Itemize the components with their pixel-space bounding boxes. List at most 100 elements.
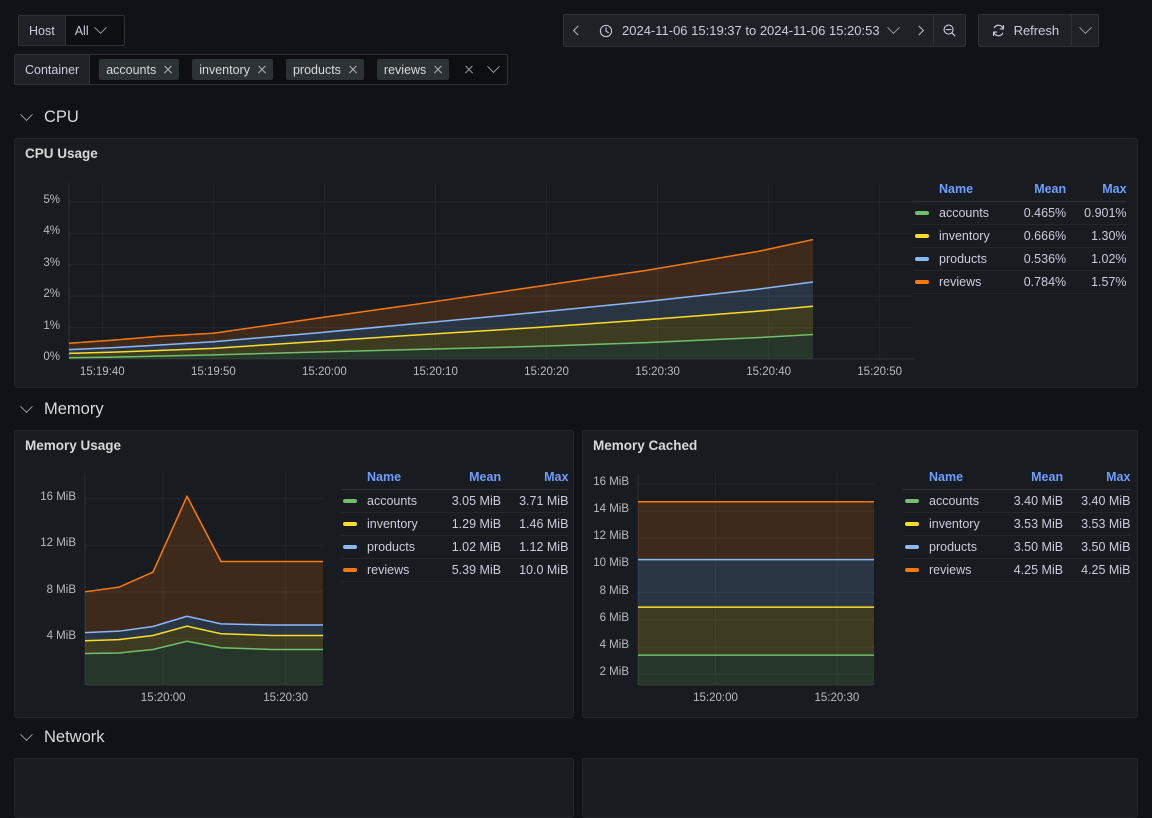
- legend-row[interactable]: products 0.536% 1.02%: [913, 247, 1127, 271]
- series-color-swatch: [343, 498, 357, 503]
- container-tag-accounts[interactable]: accounts: [99, 59, 180, 80]
- series-color-swatch: [343, 567, 357, 572]
- legend-max-value: 1.12 MiB: [501, 535, 569, 559]
- series-area-inventory: [638, 607, 874, 656]
- series-color-swatch: [905, 521, 919, 526]
- legend-header-mean[interactable]: Mean: [433, 467, 502, 490]
- legend-row[interactable]: inventory 1.29 MiB 1.46 MiB: [341, 512, 569, 536]
- remove-tag-icon[interactable]: [348, 65, 357, 74]
- time-shift-back-button[interactable]: [563, 14, 588, 47]
- x-axis-tick-label: 15:20:30: [635, 366, 680, 378]
- clear-all-tags-icon[interactable]: [464, 65, 473, 74]
- legend-max-value: 1.30%: [1066, 224, 1127, 248]
- remove-tag-icon[interactable]: [163, 65, 172, 74]
- legend-header-max[interactable]: Max: [1066, 179, 1127, 202]
- legend-table: Name Mean Max accounts 3.40 MiB 3.40 MiB inven…: [903, 467, 1131, 582]
- y-axis-tick-label: 6 MiB: [599, 611, 629, 624]
- x-axis-tick-label: 15:20:30: [814, 692, 860, 704]
- variable-container-label: Container: [14, 54, 90, 85]
- legend-row[interactable]: reviews 5.39 MiB 10.0 MiB: [341, 558, 569, 582]
- x-axis-tick-label: 15:20:00: [693, 692, 738, 704]
- legend-header-max[interactable]: Max: [1063, 467, 1131, 490]
- y-axis-tick-label: 16 MiB: [40, 490, 76, 503]
- row-header-cpu[interactable]: CPU: [20, 108, 79, 127]
- legend-header-name[interactable]: Name: [913, 179, 1006, 202]
- variable-container-select[interactable]: accounts inventory products reviews: [89, 54, 509, 85]
- zoom-out-time-button[interactable]: [933, 14, 966, 47]
- legend-row[interactable]: products 1.02 MiB 1.12 MiB: [341, 535, 569, 559]
- legend-mean-value: 0.465%: [1005, 201, 1067, 225]
- legend-series-name[interactable]: products: [903, 535, 996, 559]
- legend-row[interactable]: reviews 0.784% 1.57%: [913, 270, 1127, 294]
- refresh-button[interactable]: Refresh: [977, 14, 1072, 47]
- legend-header-max[interactable]: Max: [501, 467, 569, 490]
- time-range-controls: 2024-11-06 15:19:37 to 2024-11-06 15:20:…: [563, 14, 1100, 47]
- panel-network-right: [582, 758, 1138, 818]
- variable-container: Container accounts inventory products re…: [14, 54, 509, 85]
- legend-header-name[interactable]: Name: [341, 467, 434, 490]
- series-area-products: [638, 559, 874, 608]
- legend-series-name[interactable]: accounts: [913, 201, 1006, 225]
- x-axis-tick-label: 15:20:50: [857, 366, 903, 378]
- chevron-down-icon: [1078, 21, 1092, 35]
- legend-row[interactable]: products 3.50 MiB 3.50 MiB: [903, 535, 1131, 559]
- legend-mean-value: 3.53 MiB: [995, 512, 1064, 536]
- refresh-interval-dropdown[interactable]: [1071, 14, 1100, 47]
- legend-max-value: 3.53 MiB: [1063, 512, 1131, 536]
- container-tag-products[interactable]: products: [285, 59, 364, 80]
- time-range-text: 2024-11-06 15:19:37 to 2024-11-06 15:20:…: [622, 23, 880, 38]
- chevron-down-icon: [20, 400, 33, 414]
- legend-header-mean[interactable]: Mean: [995, 467, 1064, 490]
- legend-series-name[interactable]: products: [913, 247, 1006, 271]
- legend-row[interactable]: accounts 3.05 MiB 3.71 MiB: [341, 489, 569, 513]
- remove-tag-icon[interactable]: [433, 65, 442, 74]
- row-title: Network: [44, 728, 105, 746]
- legend-header-mean[interactable]: Mean: [1005, 179, 1067, 202]
- memory-cached-legend: Name Mean Max accounts 3.40 MiB 3.40 MiB inven…: [903, 467, 1131, 582]
- time-range-picker-button[interactable]: 2024-11-06 15:19:37 to 2024-11-06 15:20:…: [588, 14, 909, 47]
- series-color-swatch: [915, 233, 929, 238]
- y-axis-tick-label: 3%: [43, 256, 60, 269]
- row-header-memory[interactable]: Memory: [20, 400, 104, 419]
- y-axis-tick-label: 16 MiB: [593, 475, 629, 488]
- remove-tag-icon[interactable]: [257, 65, 266, 74]
- legend-row[interactable]: reviews 4.25 MiB 4.25 MiB: [903, 558, 1131, 582]
- row-header-network[interactable]: Network: [20, 728, 105, 747]
- legend-series-name[interactable]: accounts: [341, 489, 434, 513]
- legend-mean-value: 1.29 MiB: [433, 512, 502, 536]
- container-tag-reviews[interactable]: reviews: [376, 59, 450, 80]
- x-axis-tick-label: 15:20:00: [302, 366, 347, 378]
- variable-host-value: All: [74, 23, 89, 38]
- y-axis-tick-label: 0%: [43, 351, 60, 363]
- legend-series-name[interactable]: reviews: [341, 558, 434, 582]
- variable-host-select[interactable]: All: [64, 15, 125, 46]
- container-tag-label: products: [292, 62, 341, 77]
- legend-series-name[interactable]: accounts: [903, 489, 996, 513]
- legend-series-name[interactable]: reviews: [903, 558, 996, 582]
- legend-mean-value: 0.666%: [1005, 224, 1067, 248]
- time-shift-forward-button[interactable]: [908, 14, 934, 47]
- legend-header-name[interactable]: Name: [903, 467, 996, 490]
- legend-series-name[interactable]: inventory: [341, 512, 434, 536]
- variable-host-label: Host: [18, 15, 65, 46]
- chevron-down-icon[interactable]: [487, 60, 501, 74]
- legend-mean-value: 0.784%: [1005, 270, 1067, 294]
- container-tag-inventory[interactable]: inventory: [192, 59, 273, 80]
- panel-cpu-usage: CPU Usage 0% 1% 2% 3% 4% 5% 15:19:40 15:19:50 15…: [14, 138, 1138, 388]
- refresh-label: Refresh: [1013, 23, 1060, 38]
- y-axis-tick-label: 4 MiB: [46, 630, 76, 643]
- series-area-reviews: [638, 501, 874, 560]
- legend-series-name[interactable]: products: [341, 535, 434, 559]
- legend-row[interactable]: accounts 3.40 MiB 3.40 MiB: [903, 489, 1131, 513]
- y-axis-tick-label: 12 MiB: [40, 537, 76, 550]
- x-axis-tick-label: 15:19:50: [190, 366, 236, 378]
- legend-series-name[interactable]: inventory: [903, 512, 996, 536]
- legend-row[interactable]: inventory 0.666% 1.30%: [913, 224, 1127, 248]
- legend-mean-value: 3.05 MiB: [433, 489, 502, 513]
- legend-row[interactable]: accounts 0.465% 0.901%: [913, 201, 1127, 225]
- legend-series-name[interactable]: inventory: [913, 224, 1006, 248]
- legend-row[interactable]: inventory 3.53 MiB 3.53 MiB: [903, 512, 1131, 536]
- container-tag-label: reviews: [383, 62, 427, 77]
- x-axis-tick-label: 15:19:40: [79, 366, 125, 378]
- legend-series-name[interactable]: reviews: [913, 270, 1006, 294]
